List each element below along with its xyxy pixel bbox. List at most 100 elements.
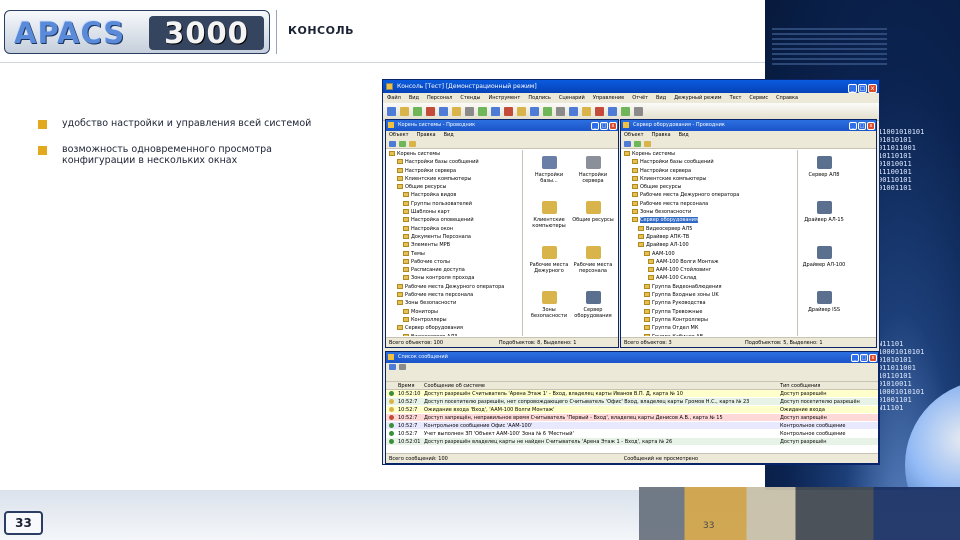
menu-item[interactable]: Тест — [730, 95, 742, 101]
message-row[interactable]: 10:52:7 Доступ запрещён, неправильное вре… — [386, 414, 878, 422]
close-button[interactable]: x — [868, 84, 877, 93]
console-titlebar[interactable]: Консоль [Тест] [Демонстрационный режим] … — [383, 80, 879, 93]
refresh-icon[interactable] — [389, 364, 396, 370]
up-folder-icon[interactable] — [644, 141, 651, 147]
message-row[interactable]: 10:52:7 Ожидание входа 'Вход', 'AAM-100 В… — [386, 406, 878, 414]
toolbar-button[interactable] — [439, 107, 448, 116]
tree-node[interactable]: Настройка оповещений — [386, 216, 522, 224]
menu-item[interactable]: Стенды — [460, 95, 480, 101]
tree-node[interactable]: Элементы MPB — [386, 241, 522, 249]
tree-node[interactable]: Группа Руководства — [621, 299, 797, 307]
explorer-window-root[interactable]: Корень системы - Проводник _ □ x Объект Пра… — [385, 119, 619, 348]
object-icon[interactable]: Настройки сервера — [571, 154, 615, 196]
menu-item[interactable]: Правка — [417, 132, 436, 138]
maximize-button[interactable]: □ — [858, 122, 866, 130]
tree-node[interactable]: Зоны контроля прохода — [386, 274, 522, 282]
tree-node[interactable]: Шаблоны карт — [386, 208, 522, 216]
tree-node[interactable]: Рабочие места Дежурного оператора — [621, 191, 797, 199]
column-header[interactable]: Тип сообщения — [780, 382, 870, 389]
message-table[interactable]: Время Сообщение об системе Тип сообщения 10… — [386, 382, 878, 454]
tree-node[interactable]: Группа Тревожные — [621, 308, 797, 316]
message-list-titlebar[interactable]: Список сообщений _ □ x — [386, 352, 878, 363]
message-row[interactable]: 10:52:10 Доступ разрешён Считыватель 'Аре… — [386, 390, 878, 398]
tree-node[interactable]: AAM-100 — [621, 250, 797, 258]
maximize-button[interactable]: □ — [860, 354, 868, 362]
message-row[interactable]: 10:52:7 Учет выполнен ЗП 'Объект AAM-100'… — [386, 430, 878, 438]
explorer-equipment-titlebar[interactable]: Сервер оборудования - Проводник _ □ x — [621, 120, 876, 131]
menu-item[interactable]: Вид — [679, 132, 689, 138]
tree-node[interactable]: Корень системы — [386, 150, 522, 158]
tree-node[interactable]: AAM-100 Склад — [621, 274, 797, 282]
back-icon[interactable] — [389, 141, 396, 147]
message-row[interactable]: 10:52:7 Доступ посетителю разрешён, нет с… — [386, 398, 878, 406]
toolbar-button[interactable] — [530, 107, 539, 116]
tree-node[interactable]: Настройка видов — [386, 191, 522, 199]
object-icon[interactable]: Сервер оборудования — [571, 289, 615, 331]
tree-node[interactable]: Клиентские компьютеры — [386, 175, 522, 183]
toolbar-button[interactable] — [621, 107, 630, 116]
close-button[interactable]: x — [869, 354, 877, 362]
tree-node[interactable]: Рабочие места персонала — [386, 291, 522, 299]
tree-node[interactable]: Корень системы — [621, 150, 797, 158]
toolbar-button[interactable] — [634, 107, 643, 116]
tree-node[interactable]: Сервер оборудования — [621, 216, 797, 224]
toolbar-button[interactable] — [491, 107, 500, 116]
tree-node[interactable]: Рабочие места персонала — [621, 200, 797, 208]
tree-node[interactable]: Группа Контроллеры — [621, 316, 797, 324]
close-button[interactable]: x — [609, 122, 617, 130]
toolbar-button[interactable] — [452, 107, 461, 116]
object-icon[interactable]: Зоны безопасности — [527, 289, 571, 331]
toolbar-button[interactable] — [582, 107, 591, 116]
tree-node[interactable]: Настройки базы сообщений — [386, 158, 522, 166]
menu-item[interactable]: Подпись — [528, 95, 551, 101]
minimize-button[interactable]: _ — [851, 354, 859, 362]
forward-icon[interactable] — [399, 141, 406, 147]
tree-node[interactable]: Драйвер АЛ-100 — [621, 241, 797, 249]
tree-node[interactable]: Зоны безопасности — [386, 299, 522, 307]
object-icon[interactable]: Рабочие места персонала — [571, 244, 615, 286]
up-folder-icon[interactable] — [409, 141, 416, 147]
toolbar-button[interactable] — [387, 107, 396, 116]
toolbar-button[interactable] — [517, 107, 526, 116]
explorer-equipment-icon-view[interactable]: Сервер АЛ8 Драйвер АЛ-15 Драйвер АЛ-100 Дра… — [800, 150, 876, 336]
menu-item[interactable]: Управление — [593, 95, 624, 101]
tree-node[interactable]: Видеосервер АЛ5 — [621, 225, 797, 233]
toolbar-button[interactable] — [426, 107, 435, 116]
object-icon[interactable]: Клиентские компьютеры — [527, 199, 571, 241]
toolbar-button[interactable] — [504, 107, 513, 116]
toolbar-button[interactable] — [543, 107, 552, 116]
explorer-window-equipment[interactable]: Сервер оборудования - Проводник _ □ x Объе… — [620, 119, 877, 348]
minimize-button[interactable]: _ — [849, 122, 857, 130]
menu-item[interactable]: Объект — [389, 132, 409, 138]
tree-node[interactable]: Группа Входные зоны UK — [621, 291, 797, 299]
menu-item[interactable]: Справка — [776, 95, 798, 101]
tree-node[interactable]: Группа Отдел МК — [621, 324, 797, 332]
tree-node[interactable]: Настройки базы сообщений — [621, 158, 797, 166]
object-icon[interactable]: Драйвер АЛ-15 — [802, 199, 846, 241]
tree-node[interactable]: AAM-100 Волги Монтаж — [621, 258, 797, 266]
object-icon[interactable]: Драйвер ISS — [802, 289, 846, 331]
minimize-button[interactable]: _ — [591, 122, 599, 130]
object-icon[interactable]: Рабочие места Дежурного — [527, 244, 571, 286]
minimize-button[interactable]: _ — [848, 84, 857, 93]
tree-node[interactable]: AAM-100 Стойловинг — [621, 266, 797, 274]
tree-node[interactable]: Контроллеры — [386, 316, 522, 324]
message-list-window[interactable]: Список сообщений _ □ x Время Сообщение об с… — [385, 351, 879, 464]
menu-item[interactable]: Вид — [656, 95, 666, 101]
toolbar-button[interactable] — [569, 107, 578, 116]
toolbar-button[interactable] — [400, 107, 409, 116]
maximize-button[interactable]: □ — [600, 122, 608, 130]
object-icon[interactable]: Настройки базы... — [527, 154, 571, 196]
menu-item[interactable]: Дежурный режим — [674, 95, 721, 101]
toolbar-button[interactable] — [608, 107, 617, 116]
explorer-equipment-tree[interactable]: Корень системы Настройки базы сообщений На… — [621, 150, 798, 336]
object-icon[interactable]: Сервер АЛ8 — [802, 154, 846, 196]
tree-node[interactable]: Сервер оборудования — [386, 324, 522, 332]
maximize-button[interactable]: □ — [858, 84, 867, 93]
menu-item[interactable]: Персонал — [427, 95, 452, 101]
tree-node[interactable]: Группа Кабинет АВ — [621, 333, 797, 336]
tree-node[interactable]: Рабочие столы — [386, 258, 522, 266]
tree-node[interactable]: Видеосервер АЛ3 — [386, 333, 522, 336]
toolbar-button[interactable] — [413, 107, 422, 116]
menu-item[interactable]: Сервис — [749, 95, 768, 101]
